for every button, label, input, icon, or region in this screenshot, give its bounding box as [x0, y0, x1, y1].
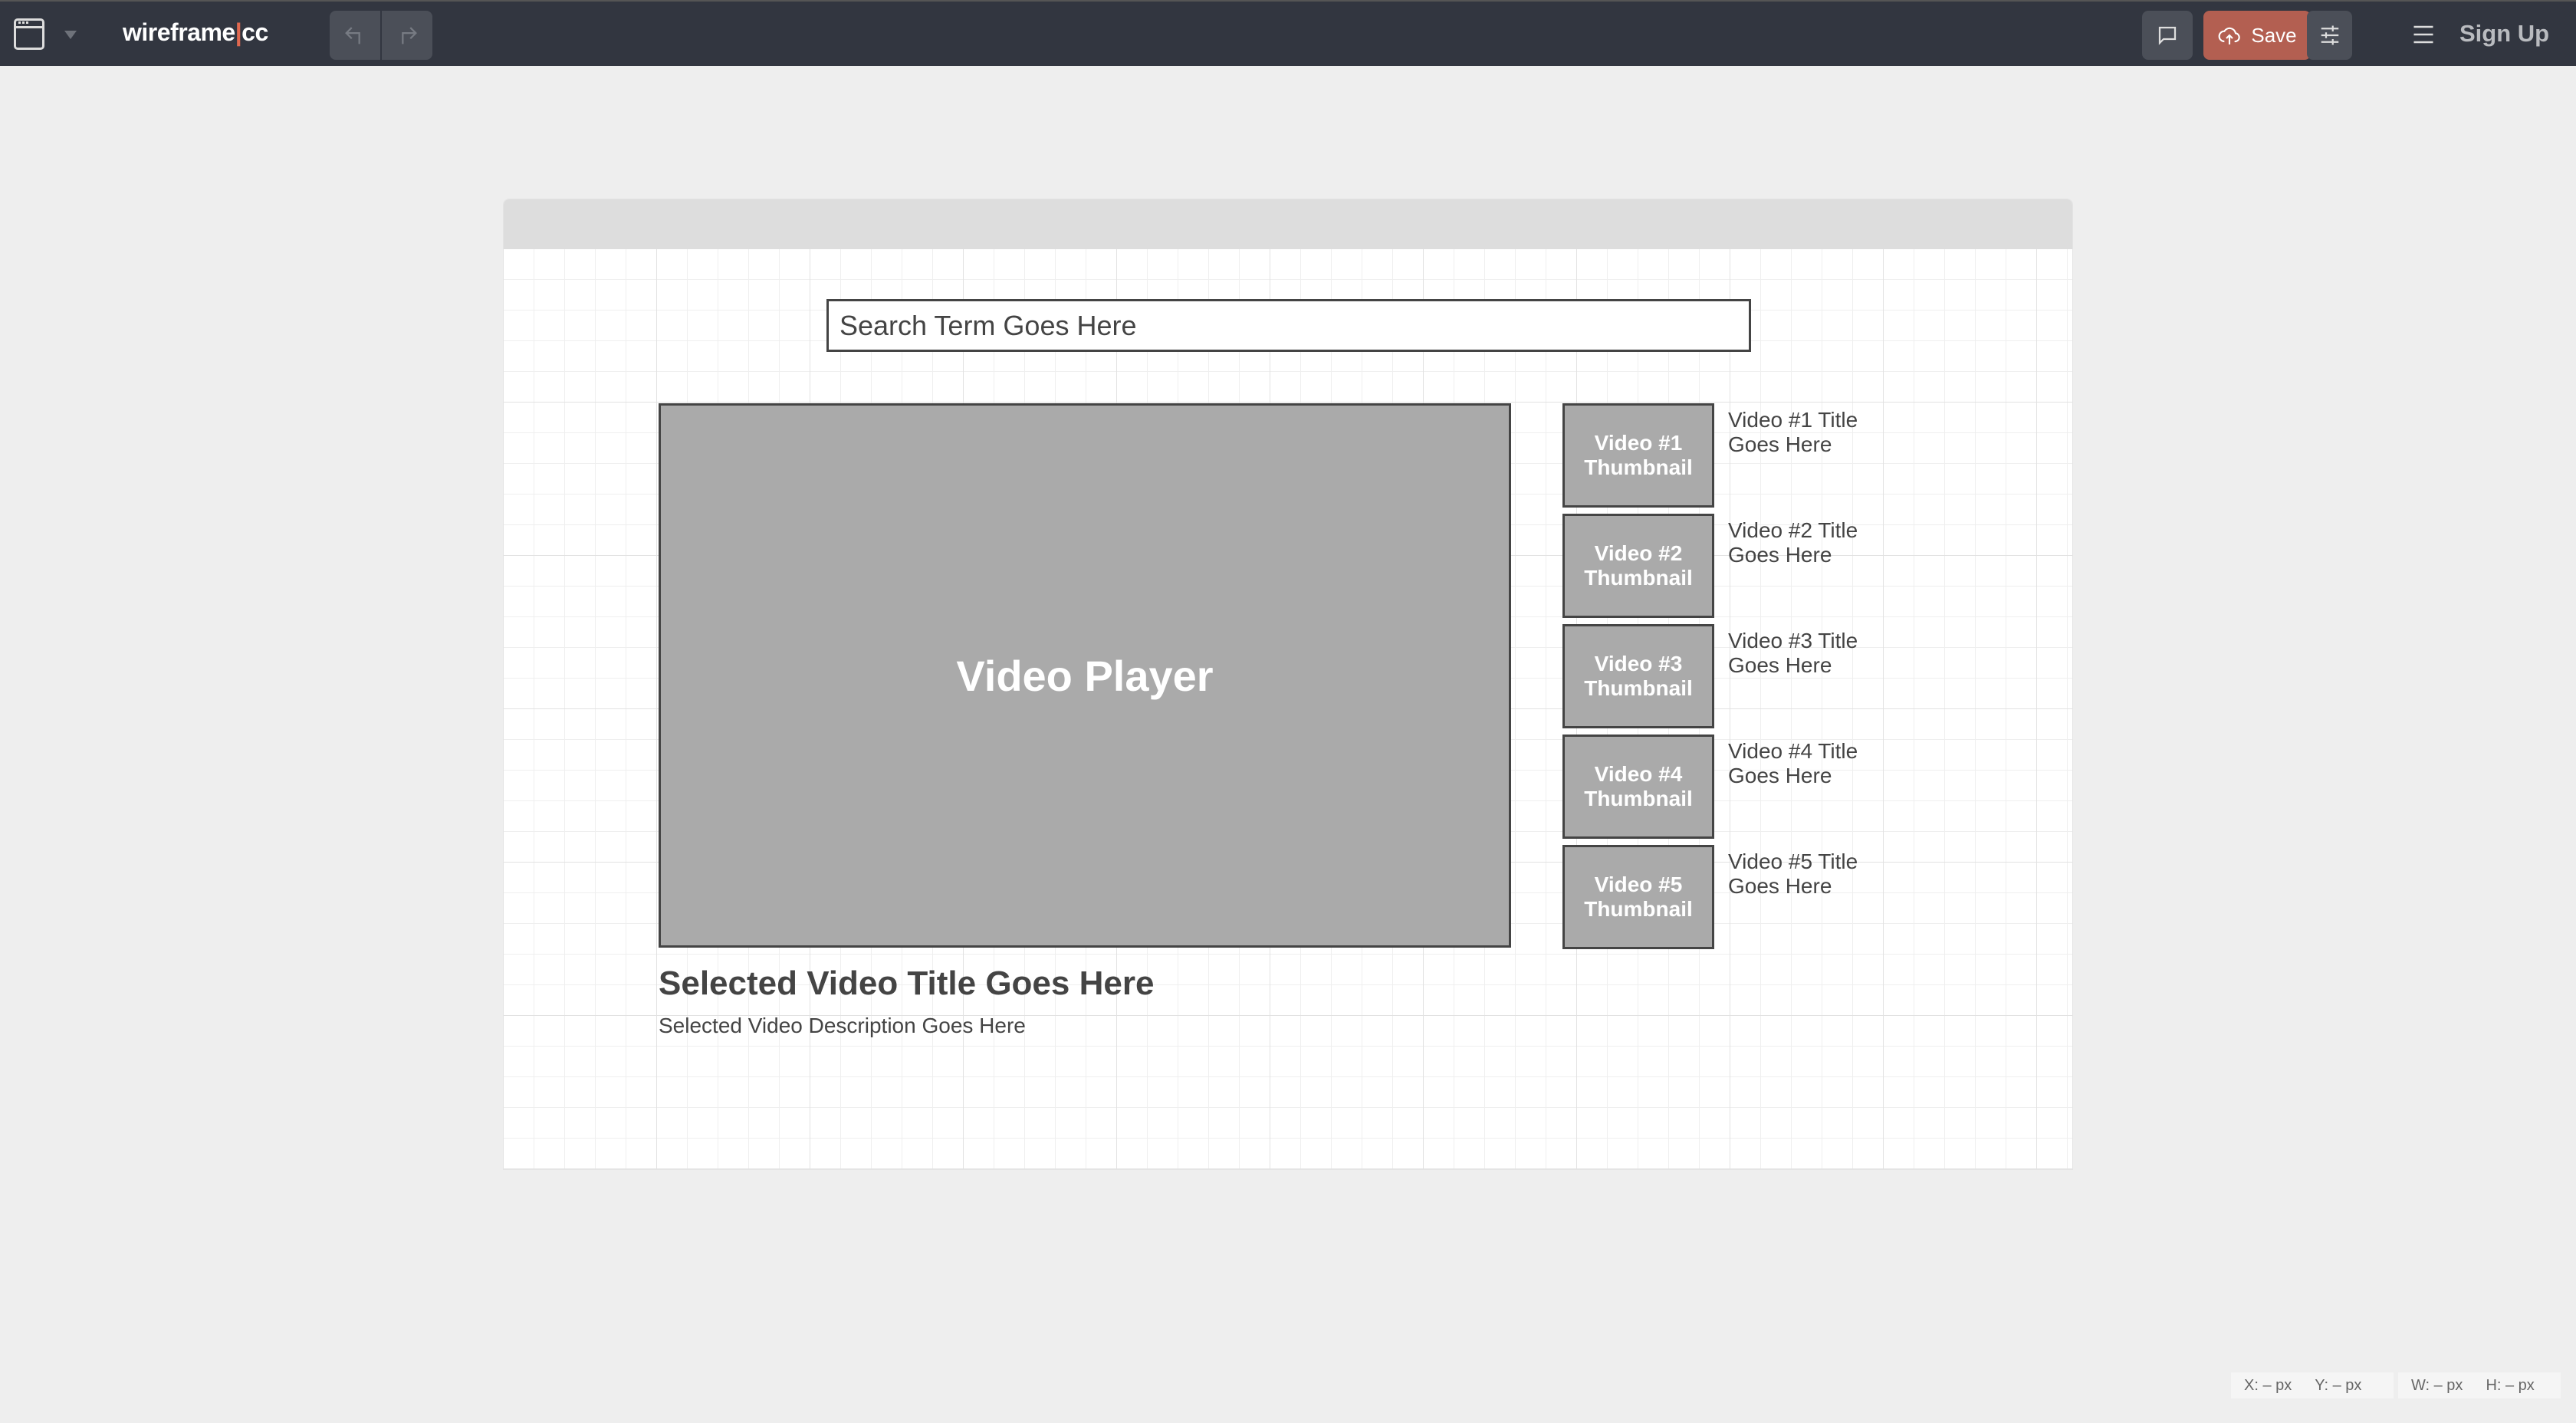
size-readout: W: – px H: – px [2398, 1372, 2561, 1398]
save-label: Save [2251, 23, 2297, 47]
video-thumbnail[interactable]: Video #2 Thumbnail [1562, 514, 1714, 618]
logo: wireframe|cc [123, 18, 268, 47]
sliders-icon [2321, 25, 2338, 45]
video-thumbnail[interactable]: Video #3 Thumbnail [1562, 624, 1714, 728]
save-button[interactable]: Save [2203, 11, 2311, 60]
video-player-label: Video Player [956, 651, 1214, 700]
video-title[interactable]: Video #4 Title Goes Here [1728, 739, 1904, 788]
undo-button[interactable] [330, 11, 382, 60]
x-readout: X: – px [2244, 1376, 2292, 1394]
h-readout: H: – px [2486, 1376, 2535, 1394]
logo-text: wireframe [123, 18, 235, 46]
video-thumbnail[interactable]: Video #5 Thumbnail [1562, 845, 1714, 949]
video-thumbnail[interactable]: Video #4 Thumbnail [1562, 735, 1714, 839]
redo-icon [402, 27, 417, 44]
video-title[interactable]: Video #1 Title Goes Here [1728, 408, 1904, 457]
selected-video-description: Selected Video Description Goes Here [659, 1014, 1026, 1037]
logo-separator: | [235, 18, 242, 46]
w-readout: W: – px [2411, 1376, 2463, 1394]
sign-up-link[interactable]: Sign Up [2459, 20, 2549, 48]
cloud-upload-icon [2218, 27, 2241, 44]
video-thumbnail[interactable]: Video #1 Thumbnail [1562, 403, 1714, 508]
settings-button[interactable] [2307, 11, 2352, 60]
dropdown-caret-icon[interactable] [64, 31, 77, 39]
video-title[interactable]: Video #5 Title Goes Here [1728, 850, 1904, 899]
top-bar: wireframe|cc Save Sign Up [0, 0, 2576, 66]
canvas-title-bar [504, 199, 2072, 249]
undo-redo-group [330, 11, 432, 60]
video-title[interactable]: Video #2 Title Goes Here [1728, 518, 1904, 567]
selected-video-title: Selected Video Title Goes Here [659, 965, 1155, 1002]
comment-button[interactable] [2142, 11, 2193, 60]
browser-window-icon[interactable] [14, 18, 44, 50]
redo-button[interactable] [382, 11, 432, 60]
logo-text-cc: cc [242, 18, 268, 46]
video-player[interactable]: Video Player [659, 403, 1511, 948]
comment-icon [2158, 26, 2177, 45]
search-input[interactable]: Search Term Goes Here [826, 299, 1751, 352]
undo-icon [345, 27, 360, 44]
y-readout: Y: – px [2315, 1376, 2362, 1394]
hamburger-menu-icon[interactable] [2412, 23, 2435, 50]
video-title[interactable]: Video #3 Title Goes Here [1728, 629, 1904, 678]
position-readout: X: – px Y: – px [2231, 1372, 2394, 1398]
